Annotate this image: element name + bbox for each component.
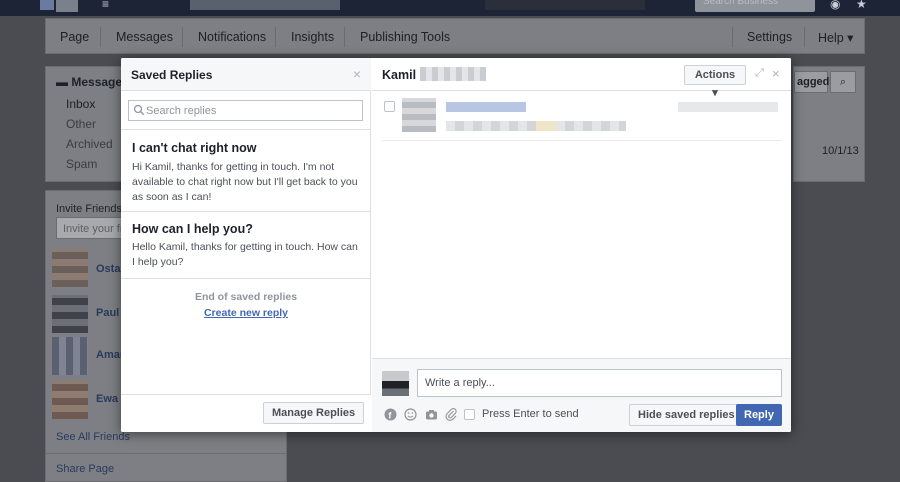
nav-divider <box>344 27 345 47</box>
nav-divider <box>182 27 183 47</box>
saved-reply-body: Hi Kamil, thanks for getting in touch. I… <box>132 161 358 203</box>
search-replies-field[interactable] <box>128 100 363 121</box>
blurred-user-name <box>485 0 645 10</box>
friend-avatar[interactable] <box>52 337 88 375</box>
nav-publishing-tools[interactable]: Publishing Tools <box>360 30 450 44</box>
reply-button[interactable]: Reply <box>736 404 782 426</box>
saved-reply-item[interactable]: How can I help you? Hello Kamil, thanks … <box>121 212 371 278</box>
saved-reply-body: Hello Kamil, thanks for getting in touch… <box>132 241 358 268</box>
saved-reply-title: I can't chat right now <box>132 141 257 155</box>
compose-area: f Press Enter to send Hide saved r <box>372 358 791 432</box>
business-search-input[interactable]: Search Business <box>695 0 815 12</box>
blurred-page-name <box>190 0 340 10</box>
globe-icon[interactable]: ◉ <box>830 0 840 10</box>
manage-replies-button[interactable]: Manage Replies <box>263 402 365 424</box>
blurred-surname <box>420 67 486 81</box>
blurred-message-text <box>446 121 536 131</box>
create-new-reply-link[interactable]: Create new reply <box>121 307 371 319</box>
contact-name: Kamil <box>382 68 417 82</box>
top-navigation-bar: ≡ Search Business ◉ ★ <box>0 0 900 16</box>
saved-reply-title: How can I help you? <box>132 222 253 236</box>
divider <box>46 453 286 454</box>
saved-replies-title: Saved Replies <box>131 68 213 82</box>
nav-insights[interactable]: Insights <box>291 30 334 44</box>
close-icon[interactable]: × <box>353 66 361 82</box>
share-page-link[interactable]: Share Page <box>56 463 114 475</box>
saved-replies-pane: Saved Replies × I can't chat right now H… <box>121 58 371 432</box>
end-of-replies-text: End of saved replies <box>194 291 298 303</box>
blurred-timestamp <box>678 102 778 112</box>
folder-inbox[interactable]: Inbox <box>66 97 95 111</box>
nav-divider <box>732 27 733 47</box>
divider <box>382 140 782 141</box>
message-list-toolbar: agged ⌕ 10/1/13 <box>793 66 865 182</box>
saved-replies-dialog: Saved Replies × I can't chat right now H… <box>121 58 791 432</box>
friend-avatar[interactable] <box>52 295 88 333</box>
blurred-message-text <box>536 121 556 131</box>
nav-page[interactable]: Page <box>60 30 89 44</box>
messages-icon: ▬ <box>56 75 72 89</box>
messages-header: ▬ Messages <box>56 75 129 89</box>
hide-saved-replies-button[interactable]: Hide saved replies <box>629 404 744 426</box>
nav-messages[interactable]: Messages <box>116 30 173 44</box>
nav-notifications[interactable]: Notifications <box>198 30 266 44</box>
nav-help[interactable]: Help ▾ <box>818 30 853 45</box>
blurred-message-text <box>556 121 626 131</box>
friend-name[interactable]: Ewa <box>96 393 118 405</box>
blurred-sender-name <box>446 102 526 112</box>
friend-name[interactable]: Amar <box>96 349 124 361</box>
saved-reply-item[interactable]: I can't chat right now Hi Kamil, thanks … <box>121 130 371 211</box>
search-icon[interactable]: ⌕ <box>830 71 856 93</box>
camera-icon[interactable] <box>425 408 438 421</box>
friend-avatar[interactable] <box>52 381 88 419</box>
expand-icon[interactable]: ⤢ <box>755 67 764 80</box>
reply-input[interactable] <box>417 369 782 397</box>
tagged-filter-button[interactable]: agged <box>794 71 829 93</box>
friend-avatar[interactable] <box>52 249 88 287</box>
actions-dropdown-button[interactable]: Actions ▾ <box>684 65 746 99</box>
nav-divider <box>275 27 276 47</box>
nav-settings[interactable]: Settings <box>747 30 792 44</box>
nav-divider <box>804 27 805 47</box>
message-date: 10/1/13 <box>822 145 859 157</box>
search-icon <box>133 104 145 116</box>
saved-replies-header: Saved Replies × <box>121 58 371 91</box>
emoji-icon[interactable] <box>404 408 417 421</box>
facebook-logo[interactable] <box>40 0 54 10</box>
close-icon[interactable]: × <box>772 66 780 81</box>
my-avatar <box>382 371 409 396</box>
page-navigation-bar: Page Messages Notifications Insights Pub… <box>45 18 865 54</box>
conversation-header: Kamil Actions ▾ ⤢ × <box>372 58 791 99</box>
paperclip-icon[interactable] <box>445 408 458 421</box>
saved-replies-footer: Manage Replies <box>121 394 371 432</box>
press-enter-checkbox[interactable] <box>464 409 475 420</box>
sender-avatar <box>402 98 436 132</box>
nav-divider <box>100 27 101 47</box>
folder-archived[interactable]: Archived <box>66 137 113 151</box>
search-replies-input[interactable] <box>146 103 356 118</box>
press-enter-label: Press Enter to send <box>482 408 579 420</box>
profile-avatar[interactable] <box>56 0 78 12</box>
see-all-friends-link[interactable]: See All Friends <box>56 431 130 443</box>
menu-icon[interactable]: ≡ <box>102 0 109 10</box>
invite-title: Invite Friends t <box>56 203 129 215</box>
conversation-pane: Kamil Actions ▾ ⤢ × f <box>372 58 791 432</box>
facebook-icon[interactable]: f <box>384 408 397 421</box>
folder-other[interactable]: Other <box>66 117 96 131</box>
friend-name[interactable]: Paul <box>96 307 119 319</box>
star-icon[interactable]: ★ <box>856 0 867 10</box>
divider <box>121 278 371 279</box>
message-select-checkbox[interactable] <box>384 101 395 112</box>
folder-spam[interactable]: Spam <box>66 157 97 171</box>
